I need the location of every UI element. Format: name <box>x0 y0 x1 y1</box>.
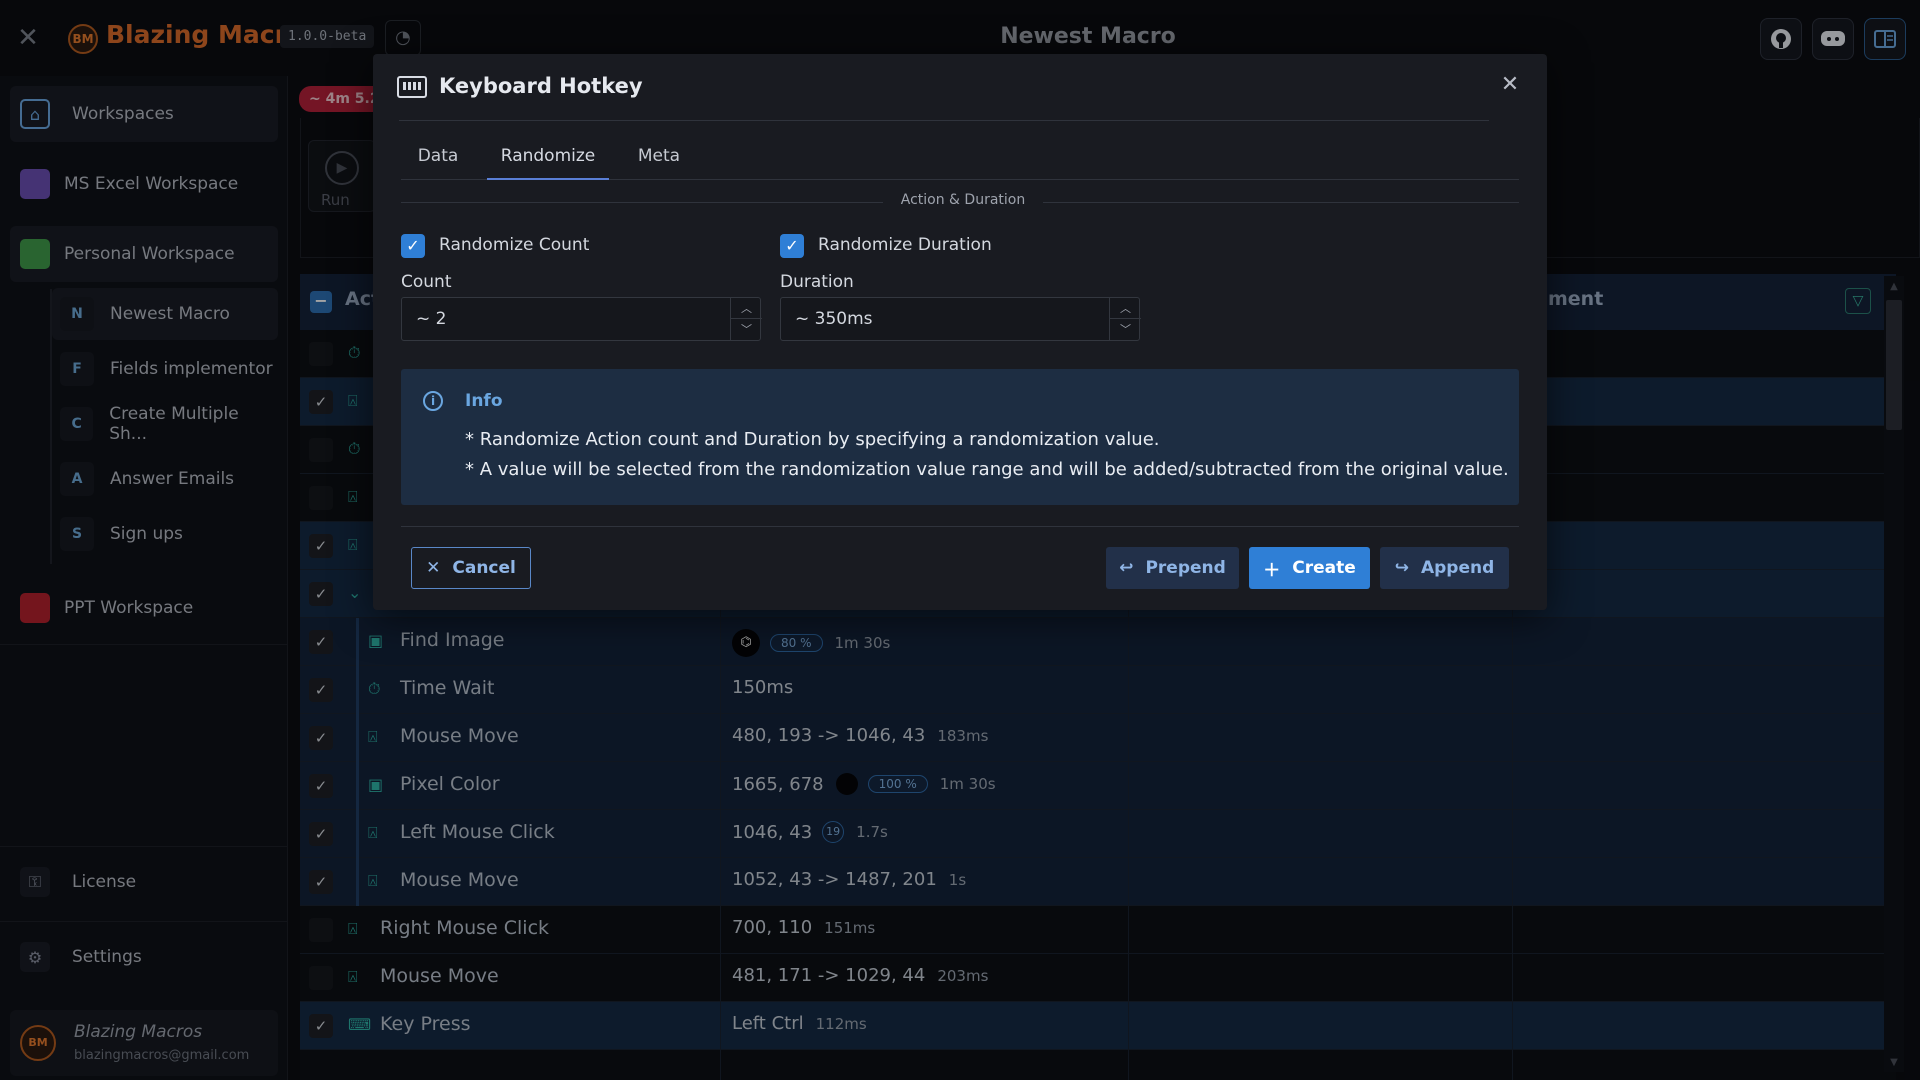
arrow-forward-icon: ↪ <box>1394 558 1409 578</box>
divider <box>399 120 1489 121</box>
close-icon[interactable]: ✕ <box>1495 70 1525 100</box>
append-button[interactable]: ↪ Append <box>1380 547 1509 589</box>
tab-meta[interactable]: Meta <box>621 136 697 180</box>
keyboard-icon <box>397 76 427 98</box>
chevron-up-icon[interactable]: ︿ <box>731 298 762 319</box>
cancel-label: Cancel <box>452 558 516 578</box>
randomize-duration-label: Randomize Duration <box>818 235 992 255</box>
tab-data[interactable]: Data <box>401 136 475 180</box>
randomize-duration-checkbox[interactable]: ✓ <box>780 234 804 258</box>
info-panel: i Info * Randomize Action count and Dura… <box>401 369 1519 505</box>
append-label: Append <box>1420 558 1495 578</box>
prepend-button[interactable]: ↩ Prepend <box>1106 547 1239 589</box>
count-input[interactable]: ~ 2 ︿ ﹀ <box>401 297 762 341</box>
app-window: ✕ BM Blazing Macros 1.0.0-beta ◔ Newest … <box>0 0 1920 1080</box>
arrow-back-icon: ↩ <box>1119 558 1134 578</box>
plus-icon: ＋ <box>1263 560 1281 581</box>
tab-randomize[interactable]: Randomize <box>487 136 609 180</box>
create-label: Create <box>1292 558 1356 578</box>
count-value: ~ 2 <box>416 309 447 329</box>
info-icon: i <box>423 391 443 411</box>
chevron-up-icon[interactable]: ︿ <box>1110 298 1141 319</box>
count-label: Count <box>401 272 452 292</box>
section-label: Action & Duration <box>883 192 1043 208</box>
info-line-2: * A value will be selected from the rand… <box>465 459 1509 480</box>
count-stepper: ︿ ﹀ <box>730 298 762 340</box>
chevron-down-icon[interactable]: ﹀ <box>731 319 762 340</box>
dialog-tabs: Data Randomize Meta <box>401 136 1519 180</box>
keyboard-hotkey-dialog: Keyboard Hotkey ✕ Data Randomize Meta Ac… <box>373 54 1547 610</box>
close-icon: ✕ <box>426 558 441 578</box>
randomize-count-checkbox[interactable]: ✓ <box>401 234 425 258</box>
info-line-1: * Randomize Action count and Duration by… <box>465 429 1160 450</box>
chevron-down-icon[interactable]: ﹀ <box>1110 319 1141 340</box>
randomize-count-label: Randomize Count <box>439 235 590 255</box>
duration-value: ~ 350ms <box>795 309 873 329</box>
info-title: Info <box>465 391 503 411</box>
divider <box>401 526 1519 527</box>
dialog-title: Keyboard Hotkey <box>439 74 643 98</box>
duration-label: Duration <box>780 272 854 292</box>
duration-stepper: ︿ ﹀ <box>1109 298 1141 340</box>
prepend-label: Prepend <box>1145 558 1226 578</box>
duration-input[interactable]: ~ 350ms ︿ ﹀ <box>780 297 1141 341</box>
create-button[interactable]: ＋ Create <box>1249 547 1370 589</box>
cancel-button[interactable]: ✕ Cancel <box>411 547 531 589</box>
